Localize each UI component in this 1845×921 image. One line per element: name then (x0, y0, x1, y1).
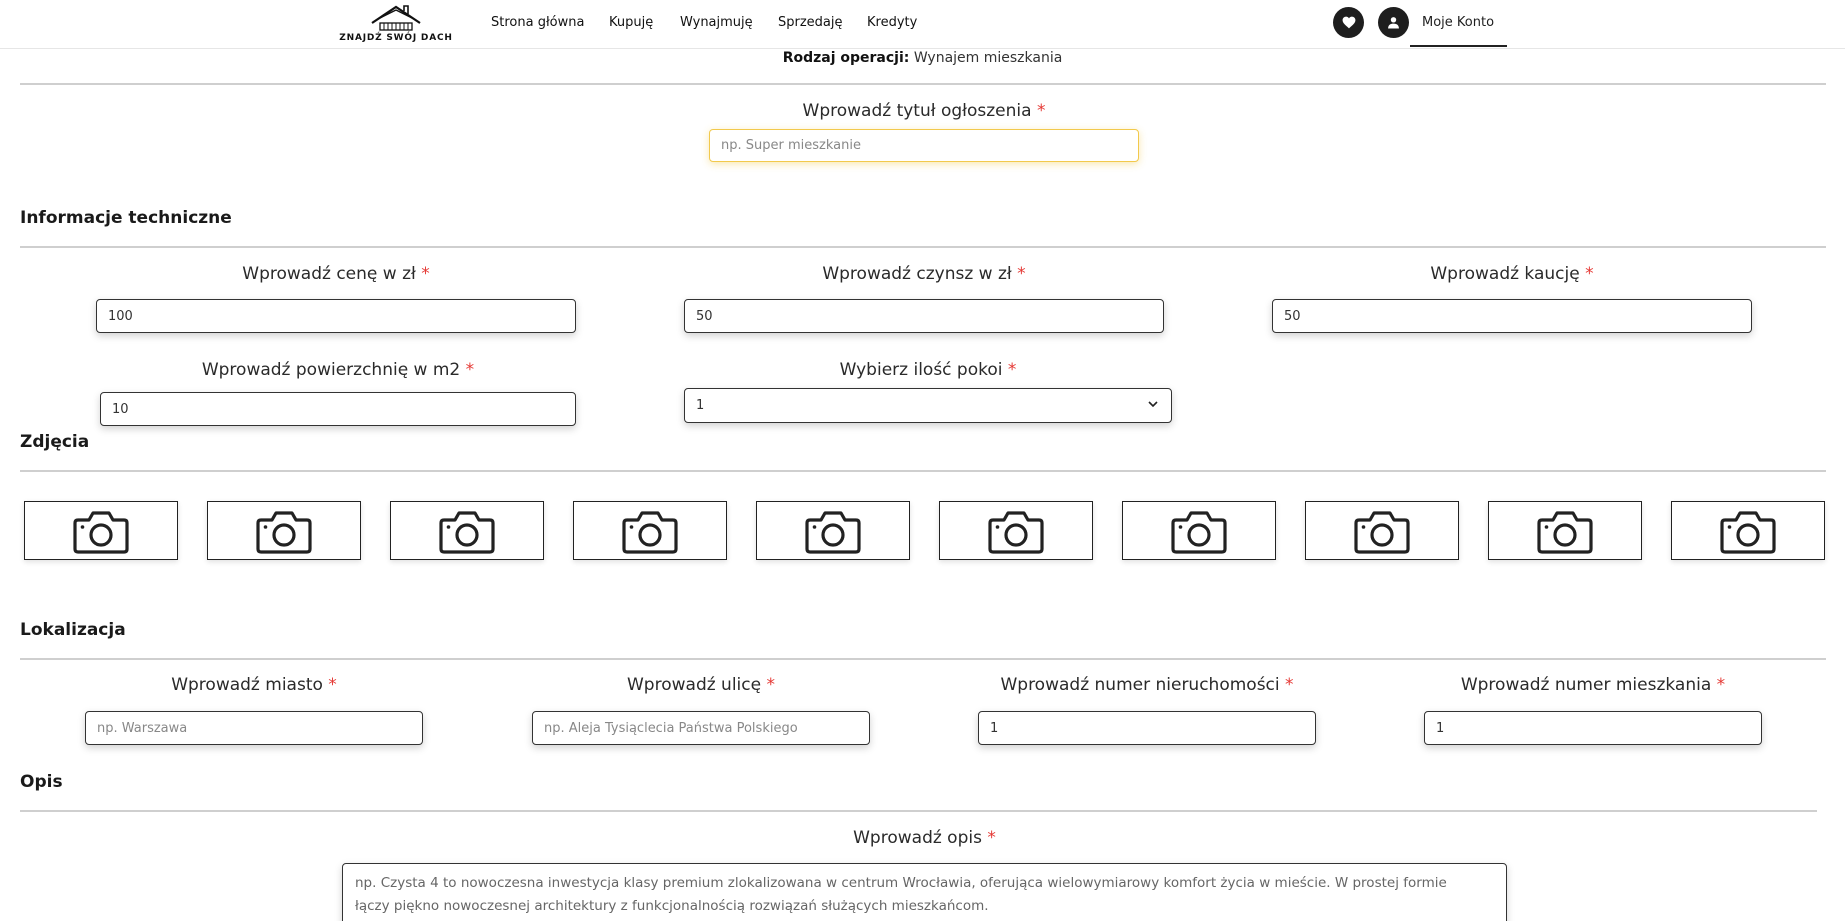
divider (20, 658, 1826, 660)
photo-upload-slot[interactable] (1122, 501, 1276, 560)
my-account-label: Moje Konto (1422, 15, 1495, 30)
price-input[interactable] (96, 299, 576, 333)
deposit-label: Wprowadź kaucję * (1272, 264, 1752, 284)
required-mark: * (1017, 264, 1026, 284)
area-label: Wprowadź powierzchnię w m2 * (100, 360, 576, 380)
nav-sell[interactable]: Sprzedaję (778, 15, 843, 30)
camera-icon (1720, 510, 1776, 554)
required-mark: * (1585, 264, 1594, 284)
house-roof-icon (371, 5, 421, 31)
rooms-label-text: Wybierz ilość pokoi (839, 360, 1003, 380)
price-label: Wprowadź cenę w zł * (96, 264, 576, 284)
divider (20, 810, 1817, 812)
area-input[interactable] (100, 392, 576, 426)
required-mark: * (328, 675, 337, 695)
city-input[interactable] (85, 711, 423, 745)
apartment-number-label-text: Wprowadź numer mieszkania (1460, 675, 1712, 695)
technical-section-title: Informacje techniczne (20, 208, 232, 228)
logo-text: ZNAJDŹ SWÓJ DACH (339, 33, 453, 43)
photo-upload-slot[interactable] (756, 501, 910, 560)
required-mark: * (1716, 675, 1726, 695)
location-section-title: Lokalizacja (20, 620, 126, 640)
rooms-select-value: 1 (696, 398, 705, 413)
required-mark: * (987, 828, 996, 848)
my-account-tab[interactable]: Moje Konto (1410, 0, 1507, 47)
city-label: Wprowadź miasto * (85, 675, 423, 695)
camera-icon (622, 510, 678, 554)
camera-icon (805, 510, 861, 554)
user-icon (1388, 17, 1399, 29)
title-input[interactable] (709, 129, 1139, 162)
description-placeholder-line: łączy piękno nowoczesnej architektury z … (355, 898, 989, 914)
description-label: Wprowadź opis * (342, 828, 1507, 848)
divider (20, 470, 1826, 472)
required-mark: * (1007, 360, 1017, 380)
operation-type-value: Wynajem mieszkania (913, 50, 1063, 66)
heart-icon (1342, 16, 1355, 29)
required-mark: * (1036, 101, 1046, 121)
photo-upload-slot[interactable] (390, 501, 544, 560)
photo-upload-slot[interactable] (939, 501, 1093, 560)
photo-upload-slot[interactable] (1671, 501, 1825, 560)
price-label-text: Wprowadź cenę w zł (242, 264, 416, 284)
logo[interactable]: ZNAJDŹ SWÓJ DACH (338, 3, 454, 45)
description-section-title: Opis (20, 772, 63, 792)
user-avatar-button[interactable] (1378, 7, 1409, 38)
street-label-text: Wprowadź ulicę (627, 675, 762, 695)
divider (20, 246, 1826, 248)
street-input[interactable] (532, 711, 870, 745)
city-label-text: Wprowadź miasto (171, 675, 323, 695)
nav-rent[interactable]: Wynajmuję (680, 15, 753, 30)
photos-section-title: Zdjęcia (20, 432, 90, 452)
camera-icon (73, 510, 129, 554)
photo-upload-slot[interactable] (1305, 501, 1459, 560)
property-number-label-text: Wprowadź numer nieruchomości (1000, 675, 1280, 695)
deposit-label-text: Wprowadź kaucję (1430, 264, 1580, 284)
rent-label: Wprowadź czynsz w zł * (684, 264, 1164, 284)
camera-icon (1537, 510, 1593, 554)
favorites-button[interactable] (1333, 7, 1364, 38)
deposit-input[interactable] (1272, 299, 1752, 333)
street-label: Wprowadź ulicę * (532, 675, 870, 695)
rooms-select[interactable]: 1 (684, 388, 1172, 423)
camera-icon (439, 510, 495, 554)
description-label-text: Wprowadź opis (853, 828, 982, 848)
camera-icon (988, 510, 1044, 554)
operation-type-label: Rodzaj operacji: (782, 50, 910, 66)
photo-upload-slot[interactable] (1488, 501, 1642, 560)
camera-icon (1354, 510, 1410, 554)
area-label-text: Wprowadź powierzchnię w m2 (201, 360, 461, 380)
nav-home[interactable]: Strona główna (491, 15, 584, 30)
description-placeholder-line: np. Czysta 4 to nowoczesna inwestycja kl… (355, 875, 1447, 891)
required-mark: * (1285, 675, 1294, 695)
photo-upload-slot[interactable] (24, 501, 178, 560)
required-mark: * (766, 675, 776, 695)
required-mark: * (465, 360, 475, 380)
title-field-label: Wprowadź tytuł ogłoszenia * (709, 101, 1139, 121)
chevron-down-icon (1148, 401, 1158, 408)
rent-label-text: Wprowadź czynsz w zł (822, 264, 1012, 284)
divider (20, 83, 1826, 85)
top-navbar: ZNAJDŹ SWÓJ DACH Strona główna Kupuję Wy… (0, 0, 1845, 49)
property-number-label: Wprowadź numer nieruchomości * (978, 675, 1316, 695)
operation-type: Rodzaj operacji: Wynajem mieszkania (0, 50, 1845, 66)
photo-upload-slot[interactable] (573, 501, 727, 560)
camera-icon (1171, 510, 1227, 554)
rooms-label: Wybierz ilość pokoi * (684, 360, 1172, 380)
camera-icon (256, 510, 312, 554)
photo-upload-slot[interactable] (207, 501, 361, 560)
rent-input[interactable] (684, 299, 1164, 333)
description-textarea[interactable]: np. Czysta 4 to nowoczesna inwestycja kl… (342, 863, 1507, 921)
nav-buy[interactable]: Kupuję (609, 15, 653, 30)
nav-credits[interactable]: Kredyty (867, 15, 917, 30)
title-field-label-text: Wprowadź tytuł ogłoszenia (802, 101, 1032, 121)
property-number-input[interactable] (978, 711, 1316, 745)
apartment-number-input[interactable] (1424, 711, 1762, 745)
apartment-number-label: Wprowadź numer mieszkania * (1424, 675, 1762, 695)
required-mark: * (421, 264, 430, 284)
